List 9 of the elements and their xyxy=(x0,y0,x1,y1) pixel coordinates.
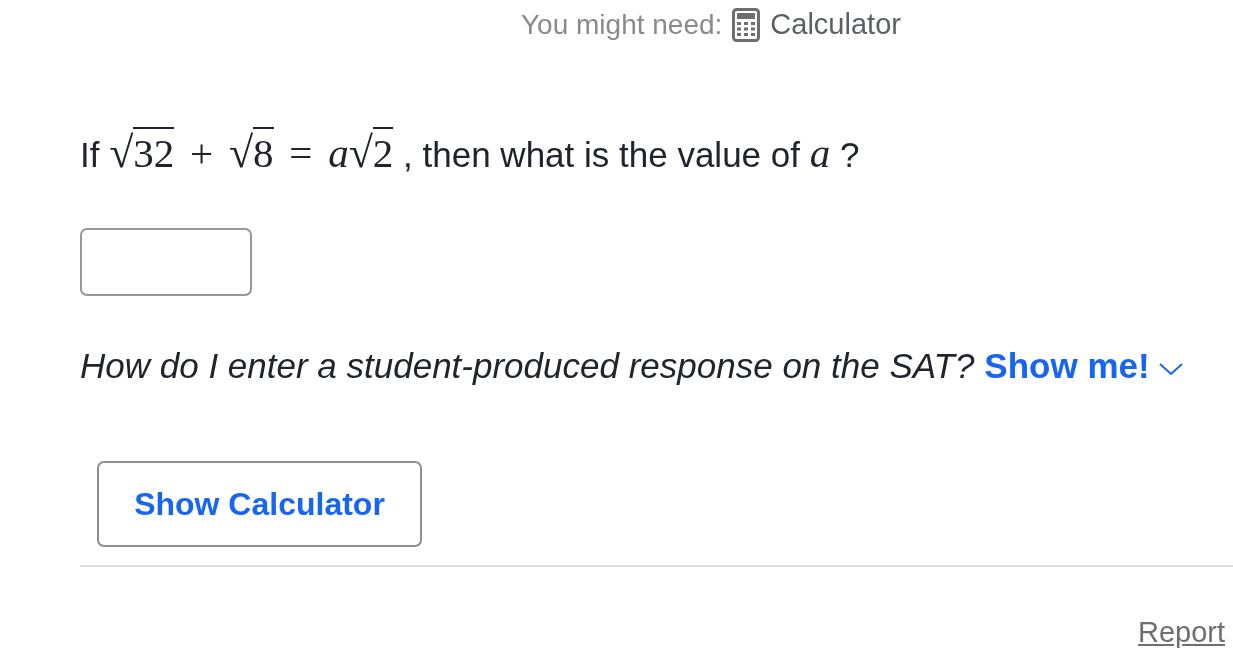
report-link[interactable]: Report xyxy=(1137,611,1225,655)
show-calculator-button[interactable]: Show Calculator xyxy=(97,461,422,547)
help-question: How do I enter a student-produced response on the SAT? xyxy=(80,344,975,387)
calculator-link[interactable]: Calculator xyxy=(770,3,901,47)
show-me-link[interactable]: Show me! xyxy=(984,339,1184,393)
question-text: If √32 + √8 = a√2 , then what is the value of a ? xyxy=(80,130,860,178)
hint-label: You might need: xyxy=(521,8,723,42)
calculator-icon xyxy=(732,8,761,42)
answer-box[interactable] xyxy=(80,228,252,296)
